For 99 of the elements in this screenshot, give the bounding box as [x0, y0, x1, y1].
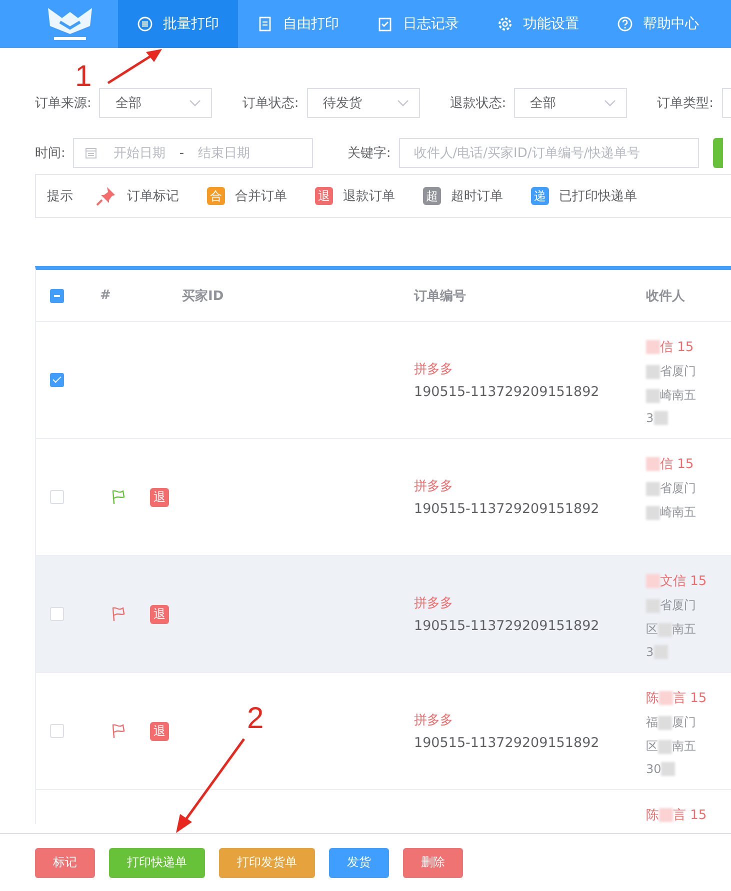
address-text: 厦门: [672, 714, 696, 731]
filter-select[interactable]: 待发货: [306, 88, 420, 118]
address-text: 3: [646, 411, 654, 425]
column-header: 买家ID: [182, 288, 224, 304]
column-header: #: [100, 288, 111, 303]
recipient-name-phone: 文信 15: [660, 573, 707, 590]
privacy-mosaic: [646, 364, 660, 378]
recipient-name-phone: 言 15: [673, 807, 707, 824]
address-text: 30: [646, 762, 662, 776]
recipient-name-phone: 信 15: [660, 456, 694, 473]
chevron-down-icon: [189, 99, 202, 107]
filter-label: 订单类型:: [657, 95, 714, 112]
privacy-mosaic: [646, 574, 660, 588]
address-text: 省厦门: [660, 480, 696, 497]
refund-badge: 退: [150, 604, 169, 624]
address-text: 3: [646, 645, 654, 659]
privacy-mosaic: [659, 691, 673, 705]
privacy-mosaic: [654, 411, 668, 425]
address-text: 崎南五: [660, 504, 696, 521]
action-button[interactable]: 删除: [403, 848, 463, 878]
address-text: 区: [646, 621, 658, 638]
nav-tab[interactable]: 自由打印: [238, 0, 358, 48]
calendar-icon: [85, 147, 98, 159]
order-number: 190515-113729209151892: [414, 735, 600, 751]
keyword-search-field[interactable]: 收件人/电话/买家ID/订单编号/快递单号: [398, 138, 699, 168]
legend-title: 提示: [47, 188, 73, 205]
action-button[interactable]: 标记: [35, 848, 95, 878]
filter-label: 时间:: [35, 145, 66, 162]
pushpin-icon: [95, 185, 117, 207]
legend-label: 已打印快递单: [559, 188, 637, 205]
chevron-down-icon: [396, 99, 409, 107]
filter-label: 订单来源:: [35, 95, 92, 112]
address-text: 南五: [672, 738, 696, 755]
legend-label: 合并订单: [235, 188, 287, 205]
address-text: 崎南五: [660, 387, 696, 404]
help-icon: [617, 16, 633, 32]
order-number: 190515-113729209151892: [414, 384, 600, 400]
refund-badge: 退: [150, 722, 169, 740]
list-icon: [137, 16, 153, 32]
order-number: 190515-113729209151892: [414, 501, 600, 517]
order-source: 拼多多: [414, 361, 454, 378]
privacy-mosaic: [646, 598, 660, 612]
privacy-mosaic: [658, 622, 672, 636]
filter-label: 订单状态:: [242, 95, 299, 112]
row-checkbox[interactable]: [50, 373, 64, 387]
filter-label: 退款状态:: [450, 95, 506, 112]
address-text: 省厦门: [660, 597, 696, 614]
recipient-name-phone: 言 15: [673, 690, 707, 707]
order-number: 190515-113729209151892: [414, 618, 600, 634]
annotation-number: 1: [75, 60, 92, 94]
legend-badge: 退: [315, 187, 333, 205]
date-range-field[interactable]: 开始日期 - 结束日期: [73, 138, 314, 168]
settings-icon: [497, 16, 513, 32]
nav-tab[interactable]: 功能设置: [478, 0, 598, 48]
clipboard-check-icon: [377, 16, 393, 32]
action-button[interactable]: 打印发货单: [219, 848, 315, 878]
recipient-name: 陈: [646, 807, 659, 824]
action-button[interactable]: 发货: [329, 848, 389, 878]
legend-badge: 合: [207, 187, 225, 205]
legend-badge: 递: [531, 187, 549, 205]
select-all-checkbox[interactable]: [50, 288, 64, 302]
document-icon: [257, 16, 273, 32]
nav-tab[interactable]: 日志记录: [358, 0, 478, 48]
nav-tab[interactable]: 批量打印: [118, 0, 238, 48]
privacy-mosaic: [659, 808, 673, 822]
table-row[interactable]: 退 拼多多 190515-113729209151892 文信 15 省厦门 区 南五 3: [36, 556, 731, 673]
address-text: 区: [646, 738, 658, 755]
address-text: 福: [646, 714, 658, 731]
action-button[interactable]: 打印快递单: [109, 848, 205, 878]
order-source: 拼多多: [414, 595, 454, 612]
privacy-mosaic: [658, 740, 672, 754]
search-button[interactable]: [712, 138, 723, 168]
filter-select[interactable]: 全部: [99, 88, 212, 118]
privacy-mosaic: [658, 716, 672, 730]
filter-select[interactable]: 全部: [514, 88, 628, 118]
refund-badge: 退: [150, 488, 169, 506]
legend-label: 订单标记: [127, 188, 179, 205]
chevron-down-icon: [604, 99, 616, 107]
privacy-mosaic: [661, 762, 676, 776]
column-header: 收件人: [646, 288, 685, 304]
privacy-mosaic: [654, 645, 668, 659]
privacy-mosaic: [646, 340, 660, 354]
order-source: 拼多多: [414, 712, 454, 729]
filter-label: 关键字:: [347, 145, 391, 162]
order-source: 拼多多: [414, 478, 454, 495]
legend-badge: 超: [423, 187, 441, 205]
recipient-name: 陈: [646, 690, 659, 707]
address-text: 省厦门: [660, 363, 696, 380]
address-text: 南五: [672, 621, 696, 638]
privacy-mosaic: [646, 506, 660, 520]
privacy-mosaic: [646, 482, 660, 496]
privacy-mosaic: [646, 388, 660, 402]
privacy-mosaic: [646, 457, 660, 471]
nav-tab[interactable]: 帮助中心: [598, 0, 718, 48]
recipient-name-phone: 信 15: [660, 339, 694, 356]
annotation-number: 2: [247, 702, 264, 736]
legend-label: 超时订单: [451, 188, 503, 205]
legend-label: 退款订单: [343, 188, 395, 205]
column-header: 订单编号: [414, 288, 466, 304]
